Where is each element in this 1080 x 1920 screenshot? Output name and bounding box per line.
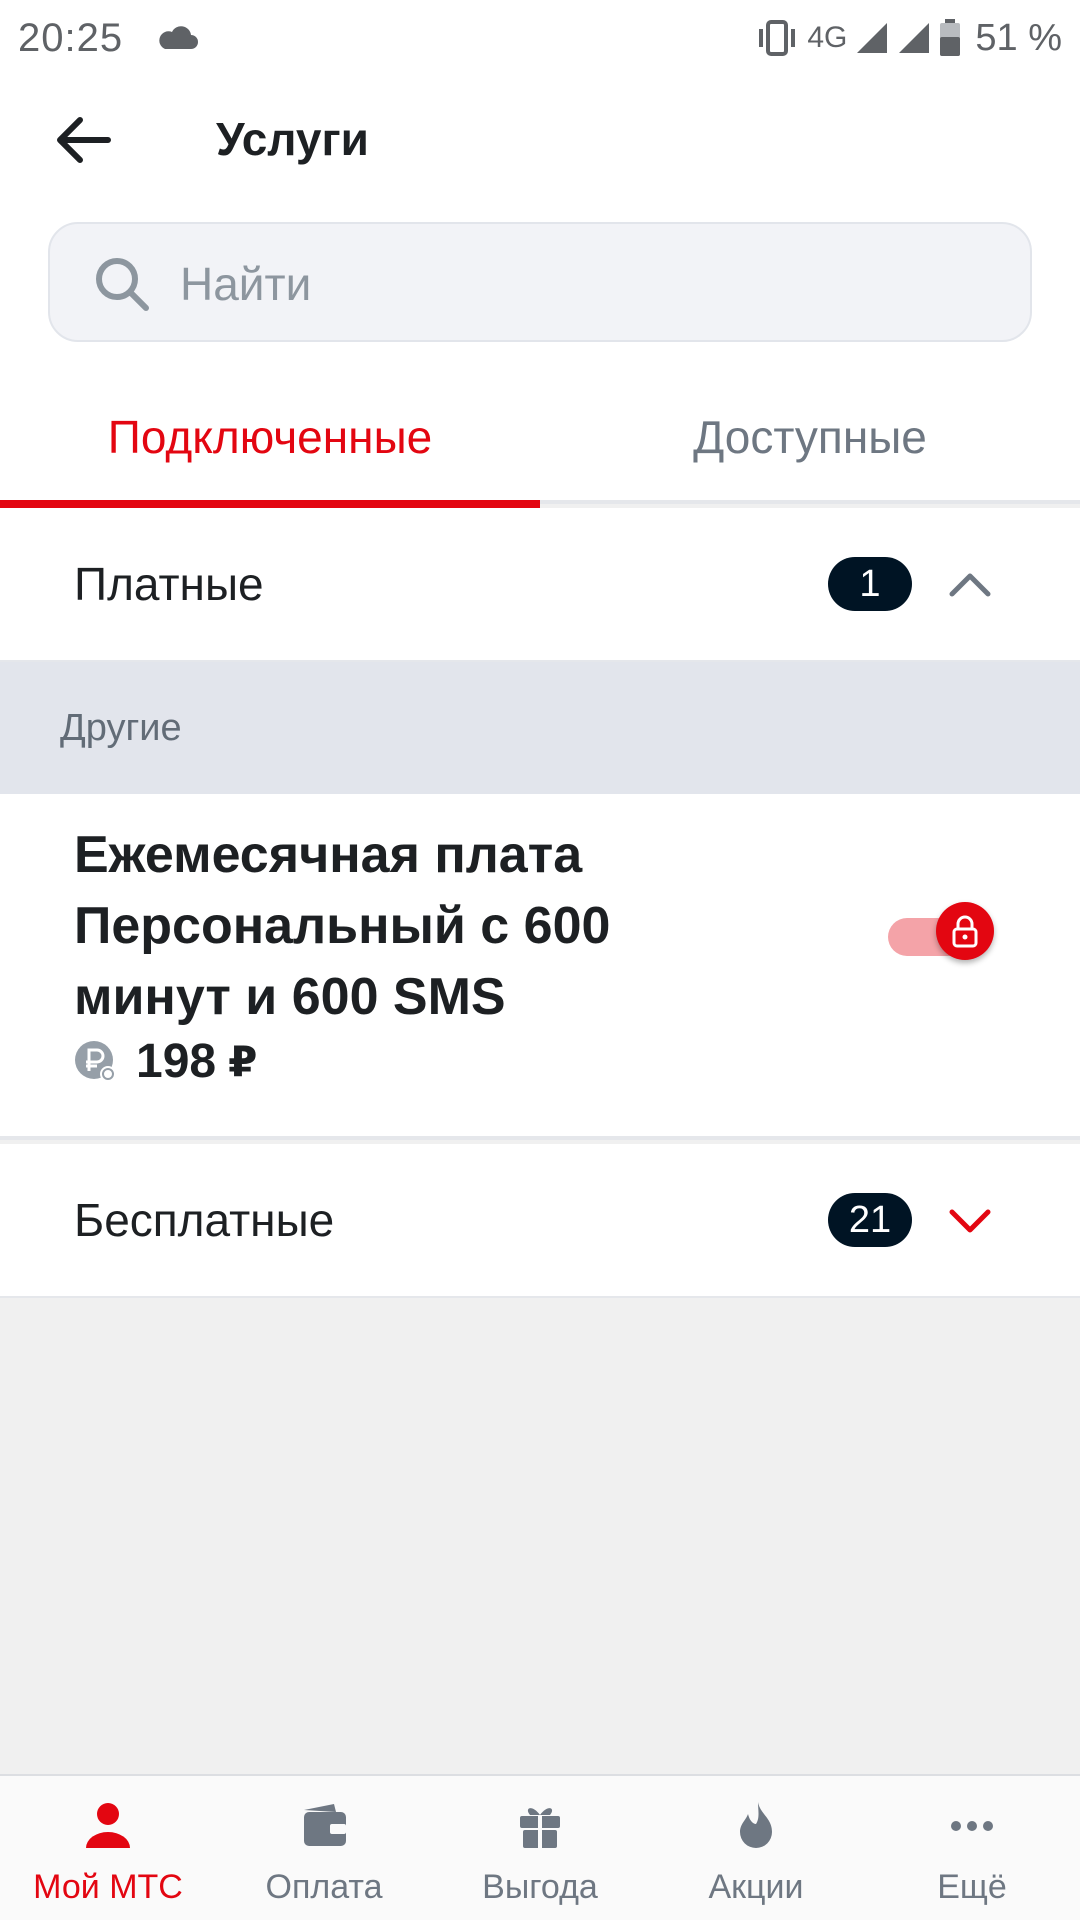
- tab-connected[interactable]: Подключенные: [0, 370, 540, 508]
- nav-label: Выгода: [482, 1868, 598, 1906]
- status-time: 20:25: [18, 15, 124, 60]
- vibrate-icon: [759, 20, 796, 56]
- status-bar: 20:25 4G 51 %: [0, 0, 1080, 76]
- network-type: 4G: [807, 21, 848, 54]
- search-box[interactable]: [48, 222, 1032, 342]
- search-icon: [96, 258, 149, 311]
- section-paid-label: Платные: [74, 558, 264, 610]
- toggle-knob: [936, 902, 994, 960]
- tabs: Подключенные Доступные: [0, 370, 1080, 508]
- count-badge: 21: [828, 1193, 912, 1247]
- section-paid[interactable]: Платные 1: [0, 508, 1080, 662]
- service-price: 198 ₽: [74, 1034, 257, 1089]
- group-header: Другие: [0, 662, 1080, 794]
- nav-benefits[interactable]: Выгода: [432, 1776, 648, 1920]
- section-free-label: Бесплатные: [74, 1194, 335, 1246]
- tab-available[interactable]: Доступные: [540, 370, 1080, 504]
- nav-promotions[interactable]: Акции: [648, 1776, 864, 1920]
- service-toggle[interactable]: [886, 902, 996, 966]
- search-input[interactable]: [180, 246, 980, 322]
- tab-connected-label: Подключенные: [107, 411, 433, 463]
- wallet-icon: [304, 1804, 346, 1846]
- battery-icon: [940, 19, 961, 56]
- nav-label: Ещё: [937, 1868, 1007, 1906]
- nav-label: Акции: [708, 1868, 804, 1906]
- screen: 20:25 4G 51 % Услуги Найти Подключенные …: [0, 0, 1080, 1920]
- nav-more[interactable]: Ещё: [864, 1776, 1080, 1920]
- signal-icon: [899, 23, 930, 53]
- signal-icon: [857, 23, 888, 53]
- app-header: Услуги: [0, 76, 1080, 200]
- service-name: Ежемесячная плата Персональный с 600 мин…: [74, 826, 611, 1026]
- page-title: Услуги: [216, 113, 369, 165]
- flame-icon: [740, 1802, 772, 1848]
- nav-my-mts[interactable]: Мой МТС: [0, 1776, 216, 1920]
- more-icon: [951, 1821, 993, 1831]
- person-icon: [86, 1803, 130, 1848]
- tab-active-indicator: [0, 500, 540, 508]
- battery-percent: 51 %: [975, 16, 1062, 59]
- status-right: 4G 51 %: [755, 17, 1062, 60]
- bottom-nav: Мой МТС Оплата Выгода Акции Ещё: [0, 1774, 1080, 1920]
- section-free[interactable]: Бесплатные 21: [0, 1144, 1080, 1298]
- chevron-down-icon[interactable]: [944, 1194, 996, 1246]
- nav-payment[interactable]: Оплата: [216, 1776, 432, 1920]
- cloud-icon: [159, 26, 199, 49]
- back-arrow-icon[interactable]: [52, 108, 116, 172]
- nav-label: Мой МТС: [33, 1868, 183, 1906]
- nav-label: Оплата: [265, 1868, 383, 1906]
- gift-icon: [520, 1808, 560, 1850]
- count-badge: 1: [828, 557, 912, 611]
- chevron-up-icon[interactable]: [944, 558, 996, 610]
- search-area: [0, 200, 1080, 370]
- lock-icon: [952, 915, 978, 948]
- service-item[interactable]: Ежемесячная плата Персональный с 600 мин…: [0, 794, 1080, 1140]
- price-value: 198: [136, 1035, 217, 1088]
- tab-available-label: Доступные: [693, 411, 927, 463]
- price-currency: ₽: [228, 1038, 258, 1085]
- ruble-coin-icon: [75, 1040, 116, 1082]
- group-label: Другие: [60, 706, 182, 749]
